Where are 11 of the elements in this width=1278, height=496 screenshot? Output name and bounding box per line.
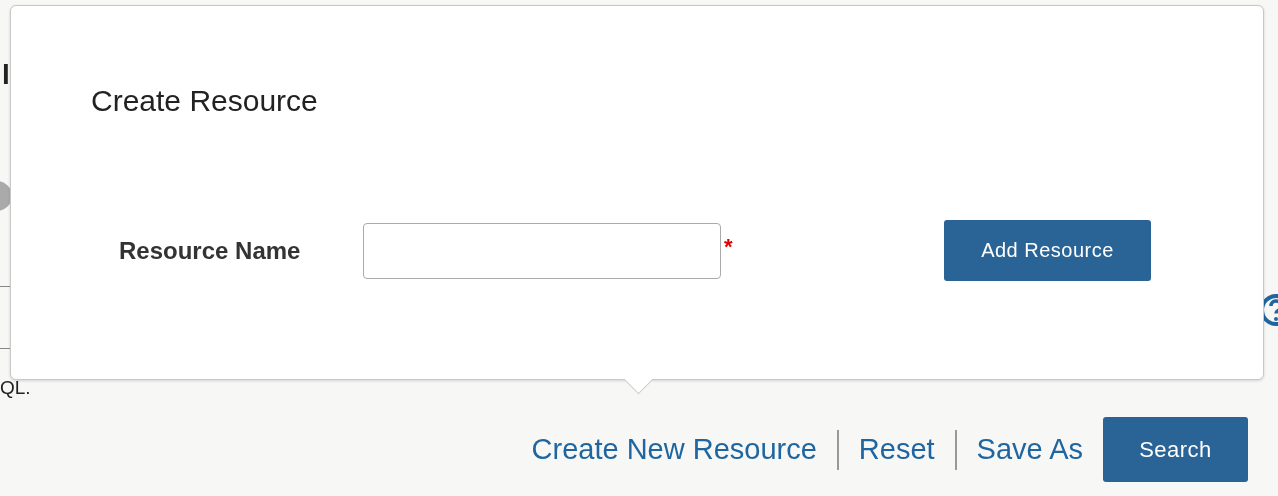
note-text: QL. bbox=[0, 376, 31, 400]
action-link[interactable]: Create New Resource bbox=[531, 433, 817, 466]
dialog-title: Create Resource bbox=[91, 84, 319, 118]
action-link[interactable]: Save As bbox=[976, 433, 1083, 466]
search-button[interactable]: Search bbox=[1103, 417, 1248, 482]
input-field[interactable] bbox=[363, 222, 721, 279]
field-label: Resource Name bbox=[119, 236, 302, 265]
action-link[interactable]: Reset bbox=[858, 433, 935, 466]
heading-text: l bbox=[1, 58, 10, 92]
add-resource-button[interactable]: Add Resource bbox=[944, 220, 1151, 281]
required-mark: * bbox=[724, 234, 734, 260]
